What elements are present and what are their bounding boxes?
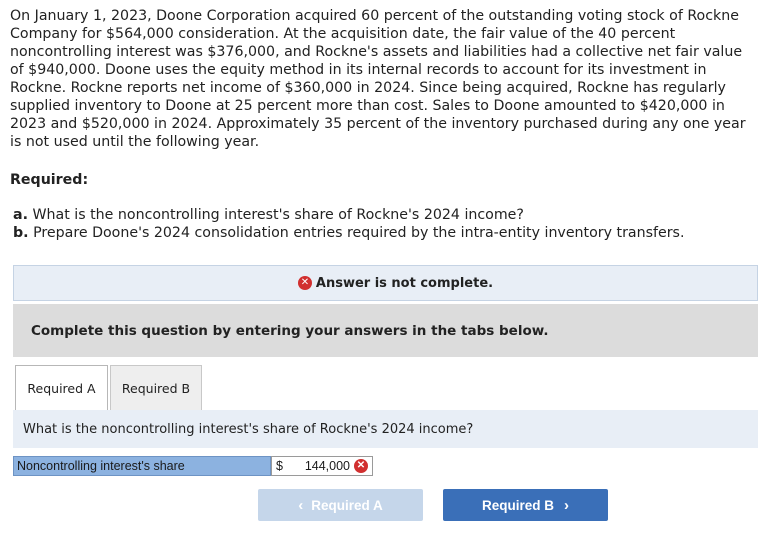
next-button[interactable]: Required B ›	[443, 489, 608, 521]
required-item-a: a. What is the noncontrolling interest's…	[13, 206, 758, 224]
instruction-banner: Complete this question by entering your …	[13, 304, 758, 357]
instruction-text: Complete this question by entering your …	[31, 322, 549, 339]
question-panel: What is the noncontrolling interest's sh…	[13, 410, 758, 448]
next-button-label: Required B	[481, 497, 554, 513]
previous-button[interactable]: ‹ Required A	[258, 489, 423, 521]
answer-label: Noncontrolling interest's share	[13, 456, 271, 476]
answer-status-banner: ✕ Answer is not complete.	[13, 265, 758, 301]
required-item-letter: b.	[13, 225, 29, 241]
required-list: a. What is the noncontrolling interest's…	[13, 206, 758, 242]
required-item-text: What is the noncontrolling interest's sh…	[32, 207, 524, 223]
answer-input[interactable]: $ 144,000 ✕	[271, 456, 373, 476]
tab-required-b[interactable]: Required B	[110, 365, 202, 411]
required-item-b: b. Prepare Doone's 2024 consolidation en…	[13, 224, 758, 242]
previous-button-label: Required A	[311, 497, 383, 513]
x-circle-icon: ✕	[297, 276, 312, 290]
question-text: What is the noncontrolling interest's sh…	[23, 421, 474, 437]
required-heading: Required:	[10, 172, 89, 188]
required-item-text: Prepare Doone's 2024 consolidation entri…	[33, 225, 685, 241]
answer-row: Noncontrolling interest's share $ 144,00…	[13, 456, 373, 476]
tab-label: Required A	[27, 381, 96, 396]
answer-value: 144,000	[304, 459, 350, 473]
tab-required-a[interactable]: Required A	[15, 365, 108, 411]
tab-label: Required B	[121, 380, 191, 396]
required-item-letter: a.	[13, 207, 28, 223]
x-circle-icon: ✕	[354, 459, 368, 473]
problem-text: On January 1, 2023, Doone Corporation ac…	[10, 8, 746, 150]
answer-status-text: Answer is not complete.	[315, 275, 494, 291]
chevron-right-icon: ›	[564, 496, 569, 514]
currency-symbol: $	[276, 459, 283, 473]
chevron-left-icon: ‹	[298, 496, 304, 514]
problem-statement: On January 1, 2023, Doone Corporation ac…	[10, 7, 758, 151]
